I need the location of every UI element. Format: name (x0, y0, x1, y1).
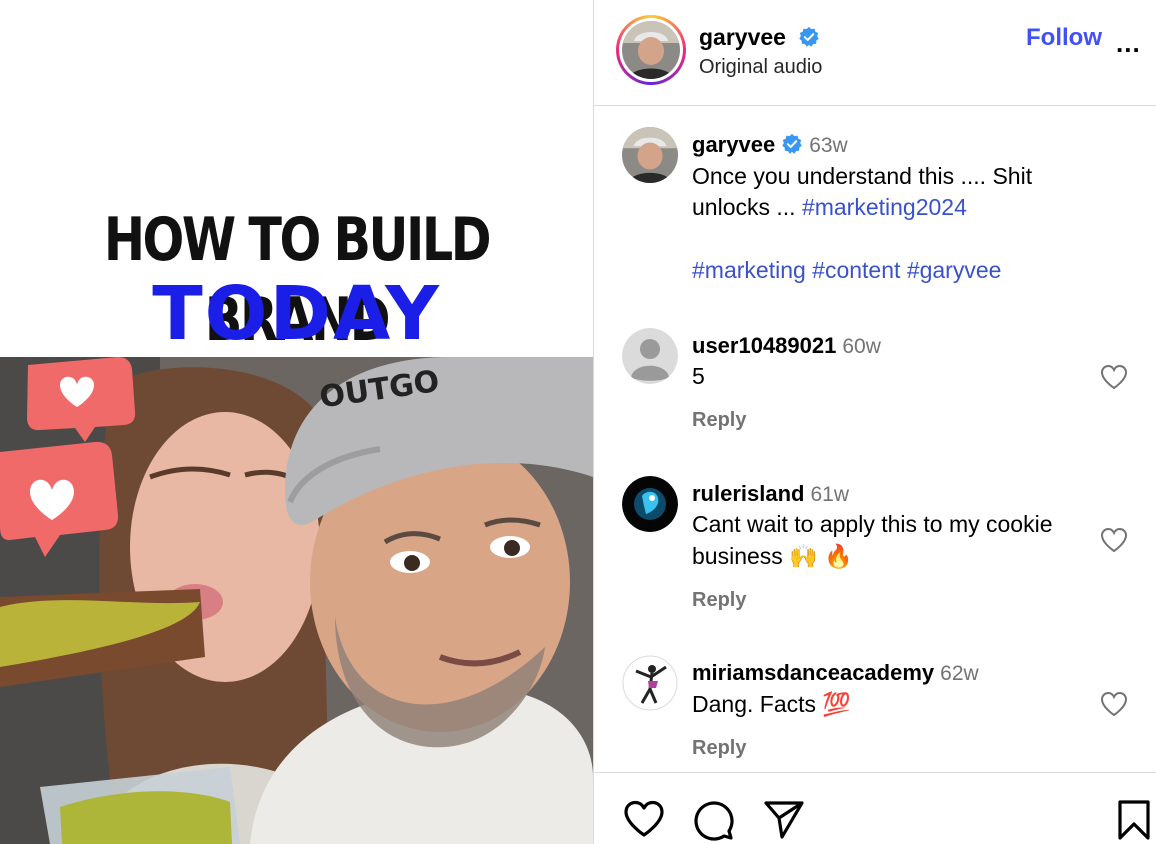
media-title-line2: TODAY (152, 271, 441, 357)
comment-header: rulerisland 61w (692, 478, 849, 510)
comment-avatar[interactable] (622, 655, 678, 711)
comment-avatar[interactable] (622, 476, 678, 532)
caption-text-line2: unlocks ... #marketing2024 (692, 192, 967, 223)
comment-text: Dang. Facts 💯 (692, 691, 852, 717)
comment-text: 5 (692, 363, 705, 389)
post-actions-bar (594, 772, 1156, 844)
reply-button[interactable]: Reply (692, 737, 746, 760)
follow-button[interactable]: Follow (1026, 24, 1102, 52)
post-header: garyvee Original audio Follow ... (594, 0, 1156, 106)
more-options-icon[interactable]: ... (1116, 28, 1141, 59)
heart-icon[interactable] (1099, 363, 1129, 391)
comment-username[interactable]: miriamsdanceacademy (692, 660, 934, 685)
caption-time[interactable]: 63w (809, 134, 848, 157)
hashtag-link[interactable]: #content (812, 257, 900, 283)
author-username-text[interactable]: garyvee (699, 24, 786, 50)
verified-badge-icon (799, 26, 820, 47)
heart-icon[interactable] (1099, 690, 1129, 718)
comment-time[interactable]: 60w (842, 335, 881, 358)
like-heart-icon[interactable] (622, 799, 666, 839)
comment-header: miriamsdanceacademy 62w (692, 657, 979, 689)
hashtag-link[interactable]: #garyvee (907, 257, 1002, 283)
caption-username[interactable]: garyvee (692, 132, 775, 157)
reply-button[interactable]: Reply (692, 589, 746, 612)
comment-text-line1: Cant wait to apply this to my cookie (692, 511, 1053, 537)
hashtag-link[interactable]: #marketing2024 (802, 194, 967, 220)
caption-text-prefix: unlocks ... (692, 194, 802, 220)
post-side-panel: garyvee Original audio Follow ... garyve… (593, 0, 1156, 844)
caption-header: garyvee 63w (692, 129, 848, 161)
audio-label[interactable]: Original audio (699, 56, 822, 79)
heart-icon[interactable] (1099, 526, 1129, 554)
comment-time[interactable]: 61w (810, 483, 849, 506)
bookmark-icon[interactable] (1117, 799, 1151, 841)
comments-list[interactable]: garyvee 63w Once you understand this ....… (594, 107, 1156, 772)
share-icon[interactable] (762, 799, 806, 841)
media-photo: OUTGO (0, 357, 593, 844)
caption-hashtags: #marketing #content #garyvee (692, 255, 1001, 286)
verified-badge-icon (782, 133, 802, 154)
comment-time[interactable]: 62w (940, 662, 979, 685)
comment-text-line2: business 🙌 🔥 (692, 543, 853, 569)
author-avatar[interactable] (616, 15, 686, 85)
comment-username[interactable]: rulerisland (692, 481, 804, 506)
reply-button[interactable]: Reply (692, 409, 746, 432)
author-username[interactable]: garyvee (699, 24, 820, 51)
comment-avatar[interactable] (622, 328, 678, 384)
caption-text-line1: Once you understand this .... Shit (692, 163, 1033, 189)
comment-header: user10489021 60w (692, 330, 881, 362)
comment-icon[interactable] (692, 799, 734, 841)
comment-username[interactable]: user10489021 (692, 333, 836, 358)
post-media[interactable]: HOW TO BUILD BRAND TODAY OUTGO (0, 0, 593, 844)
caption-avatar[interactable] (622, 127, 678, 183)
hashtag-link[interactable]: #marketing (692, 257, 806, 283)
